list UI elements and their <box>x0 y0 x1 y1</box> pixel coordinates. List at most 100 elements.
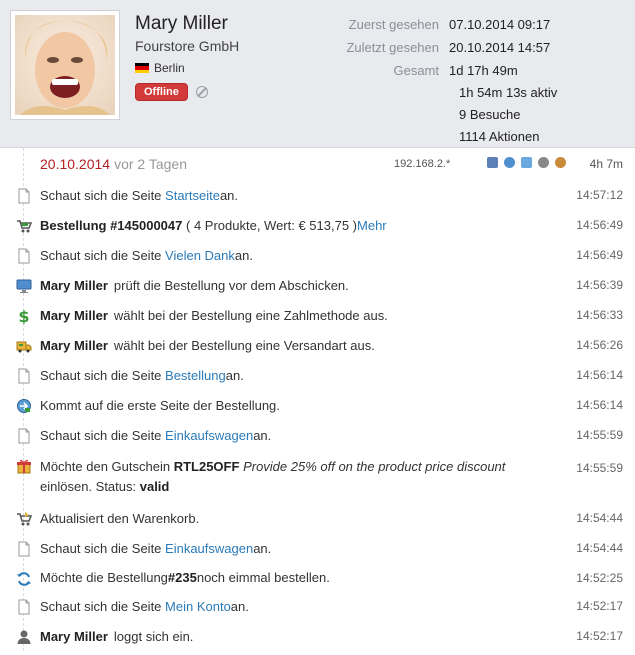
event-text: wählt bei der Bestellung eine Zahlmethod… <box>113 307 388 323</box>
system-icons <box>487 157 566 168</box>
event-text: ( 4 Produkte, Wert: € 513,75 ) <box>186 217 358 233</box>
event-text: an. <box>253 427 272 443</box>
event-text: Schaut sich die Seite <box>40 187 162 203</box>
visitor-header: Mary Miller Fourstore GmbH Berlin Offlin… <box>0 0 635 148</box>
stat-row: Zuerst gesehen 07.10.2014 09:17 <box>330 13 557 36</box>
event-user: Mary Miller <box>40 307 108 323</box>
reorder-icon <box>17 572 31 586</box>
stat-row: Zuletzt gesehen 20.10.2014 14:57 <box>330 36 557 59</box>
event-text: Schaut sich die Seite <box>40 540 162 556</box>
timeline-event: Mary Miller wählt bei der Bestellung eine… <box>0 330 635 360</box>
timeline-event: $ Mary Miller wählt bei der Bestellung ei… <box>0 300 635 330</box>
event-text: loggt sich ein. <box>113 628 194 644</box>
event-link[interactable]: Bestellung <box>165 368 226 383</box>
event-text: Schaut sich die Seite <box>40 598 162 614</box>
checkout-icon <box>17 399 31 413</box>
visitor-company: Fourstore GmbH <box>135 38 240 54</box>
timeline-event: Schaut sich die Seite Bestellung an. 14:… <box>0 360 635 390</box>
stat-label: Zuerst gesehen <box>348 17 439 32</box>
status-badge: Offline <box>135 83 188 101</box>
timeline-event: Bestellung #145000047 ( 4 Produkte, Wert… <box>0 210 635 240</box>
cookie-icon <box>538 157 549 168</box>
active-time: 1h 54m 13s aktiv <box>459 85 558 100</box>
event-link[interactable]: Mein Konto <box>165 599 231 614</box>
timeline-event: Schaut sich die Seite Mein Konto an. 14:… <box>0 591 635 621</box>
cart-order-icon <box>17 220 32 233</box>
event-link[interactable]: Einkaufswagen <box>165 541 253 556</box>
event-time: 14:55:59 <box>576 461 623 475</box>
session-header: 20.10.2014 vor 2 Tagen 192.168.2.* 4h 7m <box>0 148 635 180</box>
session-duration: 4h 7m <box>589 157 623 171</box>
action-count: 1114 Aktionen <box>459 129 540 144</box>
event-time: 14:54:44 <box>576 541 623 555</box>
svg-text:$: $ <box>18 308 29 324</box>
event-time: 14:57:12 <box>576 188 623 202</box>
coupon-status: valid <box>139 479 170 494</box>
timeline-event: Möchte die Bestellung #235 noch eimmal b… <box>0 563 635 591</box>
page-icon <box>18 248 30 264</box>
avatar <box>10 10 120 120</box>
event-text: an. <box>253 540 272 556</box>
ip-address: 192.168.2.* <box>394 158 451 170</box>
timeline-event: Schaut sich die Seite Vielen Dank an. 14… <box>0 240 635 270</box>
stat-value: 1d 17h 49m <box>449 63 518 78</box>
timeline-event: Mary Miller loggt sich ein. 14:52:17 <box>0 621 635 651</box>
event-text: Kommt auf die erste Seite der Bestellung… <box>40 397 280 413</box>
event-link[interactable]: Einkaufswagen <box>165 428 253 443</box>
stat-label: Zuletzt gesehen <box>346 40 439 55</box>
session-ago: vor 2 Tagen <box>114 156 187 172</box>
event-text: wählt bei der Bestellung eine Versandart… <box>113 337 375 353</box>
event-time: 14:56:39 <box>576 278 623 292</box>
event-text: an. <box>225 367 244 383</box>
event-text: prüft die Bestellung vor dem Abschicken. <box>113 277 349 293</box>
stat-row: Gesamt 1d 17h 49m <box>330 59 557 82</box>
ban-icon[interactable] <box>195 86 208 98</box>
event-time: 14:56:49 <box>576 218 623 232</box>
event-text: Möchte die Bestellung <box>40 569 168 585</box>
event-time: 14:55:59 <box>576 428 623 442</box>
event-link[interactable]: Vielen Dank <box>165 248 235 263</box>
stat-value: 20.10.2014 14:57 <box>449 40 551 55</box>
event-text: noch eimmal bestellen. <box>196 569 330 585</box>
visitor-name: Mary Miller <box>135 13 228 34</box>
timeline-event: Mary Miller prüft die Bestellung vor dem … <box>0 270 635 300</box>
event-time: 14:52:17 <box>576 599 623 613</box>
event-text: Möchte den Gutschein <box>40 459 174 474</box>
page-icon <box>18 368 30 384</box>
event-text: Schaut sich die Seite <box>40 367 162 383</box>
germany-flag-icon <box>135 63 149 73</box>
safari-icon <box>504 157 515 168</box>
page-icon <box>18 428 30 444</box>
timeline-event: Möchte den Gutschein RTL25OFF Provide 25… <box>0 450 635 503</box>
order-number: #235 <box>167 569 197 585</box>
page-icon <box>18 188 30 204</box>
session-date: 20.10.2014 <box>40 156 111 172</box>
coupon-code: RTL25OFF <box>173 459 240 474</box>
page-icon <box>18 599 30 615</box>
referrer-icon <box>555 157 566 168</box>
event-time: 14:52:25 <box>576 571 623 585</box>
activity-timeline: 20.10.2014 vor 2 Tagen 192.168.2.* 4h 7m… <box>0 148 635 651</box>
cart-update-icon <box>17 512 32 526</box>
event-text: an. <box>230 598 249 614</box>
event-more-link[interactable]: Mehr <box>357 218 387 233</box>
visitor-location: Berlin <box>135 61 185 75</box>
screen-icon <box>521 157 532 168</box>
event-text: an. <box>234 247 253 263</box>
event-text: Schaut sich die Seite <box>40 427 162 443</box>
stat-value: 07.10.2014 09:17 <box>449 17 551 32</box>
event-link[interactable]: Startseite <box>165 188 220 203</box>
coupon-description: Provide 25% off on the product price dis… <box>243 459 506 474</box>
avatar-photo <box>15 15 115 115</box>
event-time: 14:54:44 <box>576 511 623 525</box>
event-text: Schaut sich die Seite <box>40 247 162 263</box>
event-time: 14:52:17 <box>576 629 623 643</box>
visit-stats: Zuerst gesehen 07.10.2014 09:17 Zuletzt … <box>330 13 557 148</box>
gift-icon <box>17 459 31 474</box>
event-time: 14:56:49 <box>576 248 623 262</box>
page-icon <box>18 541 30 557</box>
timeline-event: Aktualisiert den Warenkorb. 14:54:44 <box>0 503 635 533</box>
event-text: an. <box>219 187 239 203</box>
event-user: Mary Miller <box>40 337 108 353</box>
monitor-icon <box>16 279 32 293</box>
